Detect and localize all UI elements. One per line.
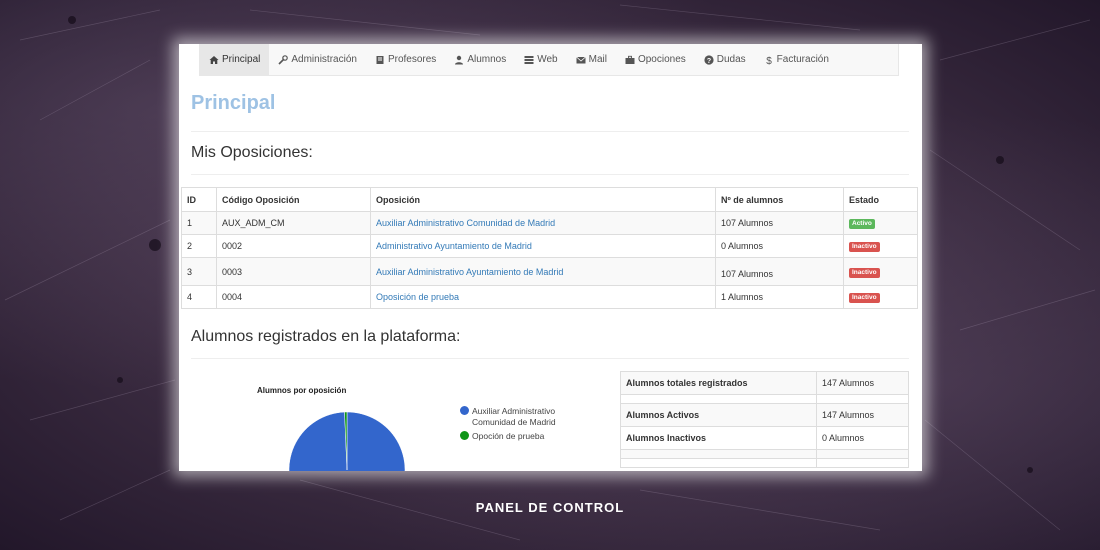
cell-id: 1: [181, 211, 217, 235]
section-title-oposiciones: Mis Oposiciones:: [191, 144, 313, 161]
legend-label: Opoción de prueba: [472, 431, 545, 441]
wrench-icon: [278, 54, 289, 65]
cell-oposicion: Auxiliar Administrativo Ayuntamiento de …: [370, 257, 716, 286]
nav-item-web[interactable]: Web: [515, 44, 566, 76]
oposicion-link[interactable]: Auxiliar Administrativo Ayuntamiento de …: [376, 267, 563, 277]
cell-oposicion: Oposición de prueba: [370, 285, 716, 309]
table-row: 2 0002 Administrativo Ayuntamiento de Ma…: [181, 234, 918, 258]
table-row: 4 0004 Oposición de prueba 1 Alumnos Ina…: [181, 285, 918, 309]
user-icon: [454, 55, 464, 65]
home-icon: [209, 55, 219, 65]
table-row: Alumnos Inactivos 0 Alumnos: [620, 426, 909, 450]
cell-id: 2: [181, 234, 217, 258]
cell-alumnos: 107 Alumnos: [715, 211, 844, 235]
nav-item-label: Mail: [588, 54, 607, 65]
table-header-row: ID Código Oposición Oposición Nº de alum…: [181, 187, 918, 212]
stats-table: Alumnos totales registrados 147 Alumnos …: [620, 371, 909, 468]
divider: [191, 358, 909, 359]
legend-label: Auxiliar Administrativo Comunidad de Mad…: [472, 406, 556, 427]
table-row-empty: [620, 458, 909, 468]
table-row-empty: [620, 449, 909, 459]
nav-item-profesores[interactable]: Profesores: [366, 44, 445, 76]
top-navbar: Principal Administración Profesores Alum…: [199, 44, 899, 76]
stat-value: 147 Alumnos: [816, 371, 909, 395]
cell-id: 3: [181, 257, 217, 286]
divider: [191, 174, 909, 175]
nav-item-alumnos[interactable]: Alumnos: [445, 44, 515, 76]
table-row: Alumnos totales registrados 147 Alumnos: [620, 371, 909, 395]
dollar-icon: $: [764, 55, 774, 65]
stat-label: Alumnos Inactivos: [620, 426, 817, 450]
legend-swatch: [460, 406, 469, 415]
book-icon: [375, 55, 385, 65]
nav-item-label: Principal: [222, 54, 261, 65]
cell-alumnos: 0 Alumnos: [715, 234, 844, 258]
stat-label: Alumnos Activos: [620, 403, 817, 427]
status-badge: Inactivo: [849, 293, 880, 303]
question-icon: ?: [704, 54, 714, 65]
envelope-icon: [575, 55, 586, 65]
stat-value: 0 Alumnos: [816, 426, 909, 450]
nav-item-label: Opociones: [637, 54, 686, 65]
oposiciones-table: ID Código Oposición Oposición Nº de alum…: [181, 187, 918, 309]
nav-item-dudas[interactable]: ? Dudas: [695, 44, 755, 76]
nav-item-principal[interactable]: Principal: [200, 44, 270, 76]
list-icon: [524, 55, 534, 65]
legend-item: Auxiliar Administrativo Comunidad de Mad…: [460, 406, 562, 428]
svg-text:?: ?: [707, 58, 711, 65]
oposicion-link[interactable]: Oposición de prueba: [376, 292, 459, 302]
nav-item-mail[interactable]: Mail: [567, 44, 616, 76]
section-title-alumnos: Alumnos registrados en la plataforma:: [191, 328, 461, 345]
legend-item: Opoción de prueba: [460, 431, 562, 442]
column-header-estado: Estado: [843, 187, 918, 212]
cell-alumnos: 1 Alumnos: [715, 285, 844, 309]
cell-codigo: 0002: [216, 234, 371, 258]
table-row: 3 0003 Auxiliar Administrativo Ayuntamie…: [181, 257, 918, 286]
cell-codigo: 0003: [216, 257, 371, 286]
nav-item-label: Web: [537, 54, 558, 65]
table-row: 1 AUX_ADM_CM Auxiliar Administrativo Com…: [181, 211, 918, 235]
cell-estado: Activo: [843, 211, 918, 235]
nav-item-label: Alumnos: [467, 54, 507, 65]
cell-oposicion: Auxiliar Administrativo Comunidad de Mad…: [370, 211, 716, 235]
cell-id: 4: [181, 285, 217, 309]
stat-value: 147 Alumnos: [816, 403, 909, 427]
status-badge: Activo: [849, 219, 875, 229]
nav-item-label: Administración: [291, 54, 357, 65]
nav-item-label: Profesores: [387, 54, 437, 65]
column-header-id: ID: [181, 187, 217, 212]
cell-oposicion: Administrativo Ayuntamiento de Madrid: [370, 234, 716, 258]
column-header-oposicion: Oposición: [370, 187, 716, 212]
pie-chart: [289, 412, 406, 471]
cell-codigo: AUX_ADM_CM: [216, 211, 371, 235]
nav-item-oposiciones[interactable]: Opociones: [616, 44, 695, 76]
cell-estado: Inactivo: [843, 234, 918, 258]
table-row: Alumnos Activos 147 Alumnos: [620, 403, 909, 427]
pie-chart-title: Alumnos por oposición: [257, 386, 347, 395]
legend-swatch: [460, 431, 469, 440]
column-header-alumnos: Nº de alumnos: [715, 187, 844, 212]
nav-item-label: Facturación: [776, 54, 829, 65]
oposicion-link[interactable]: Administrativo Ayuntamiento de Madrid: [376, 241, 532, 251]
cell-estado: Inactivo: [843, 257, 918, 286]
table-row-empty: [620, 394, 909, 404]
cell-alumnos: 107 Alumnos: [715, 257, 844, 286]
nav-item-administracion[interactable]: Administración: [269, 44, 366, 76]
column-header-codigo: Código Oposición: [216, 187, 371, 212]
cell-codigo: 0004: [216, 285, 371, 309]
stat-label: Alumnos totales registrados: [620, 371, 817, 395]
status-badge: Inactivo: [849, 242, 880, 252]
nav-item-label: Dudas: [716, 54, 746, 65]
nav-item-facturacion[interactable]: $ Facturación: [755, 44, 838, 76]
oposicion-link[interactable]: Auxiliar Administrativo Comunidad de Mad…: [376, 218, 555, 228]
briefcase-icon: [625, 55, 635, 65]
pie-chart-legend: Auxiliar Administrativo Comunidad de Mad…: [460, 406, 562, 445]
page-title: Principal: [191, 92, 276, 114]
status-badge: Inactivo: [849, 267, 880, 278]
cell-estado: Inactivo: [843, 285, 918, 309]
caption: PANEL DE CONTROL: [475, 500, 625, 515]
divider: [191, 131, 909, 132]
svg-text:$: $: [766, 56, 772, 65]
screenshot-frame: Principal Administración Profesores Alum…: [179, 44, 922, 471]
